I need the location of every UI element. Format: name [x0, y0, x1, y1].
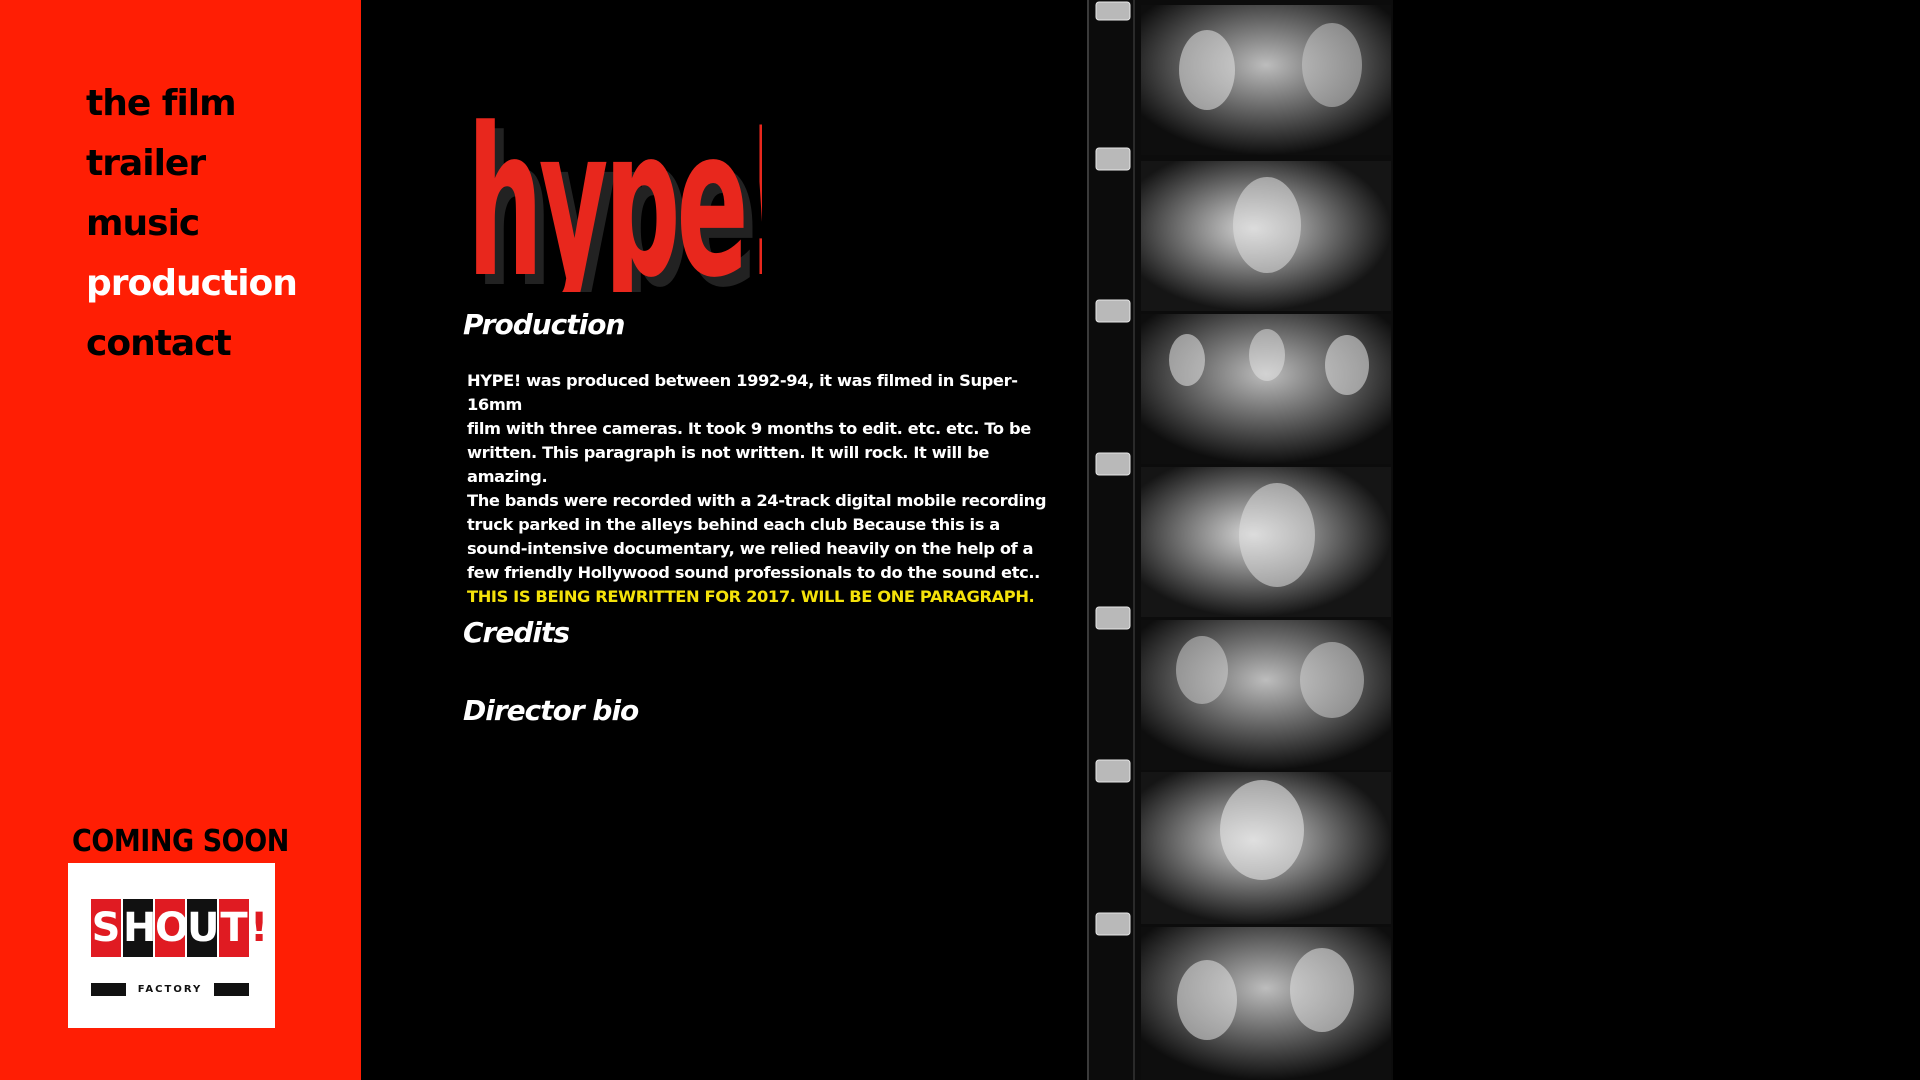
shout-logo-letter: H	[123, 899, 156, 957]
shout-logo-letter: O	[155, 899, 189, 957]
paragraph-line: HYPE! was produced between 1992-94, it w…	[467, 371, 1018, 414]
shout-logo-letter: U	[187, 899, 219, 957]
nav-item-music[interactable]: music	[86, 206, 200, 242]
credits-heading[interactable]: Credits	[463, 619, 570, 647]
paragraph-line: sound-intensive documentary, we relied h…	[467, 539, 1034, 558]
shout-logo-subtext: FACTORY	[126, 981, 214, 998]
film-frames	[1141, 5, 1391, 1080]
shout-factory-logo[interactable]: S H O U T ! FACTORY	[68, 863, 275, 1028]
paragraph-line: truck parked in the alleys behind each c…	[467, 515, 1000, 534]
paragraph-line: few friendly Hollywood sound professiona…	[467, 563, 1040, 582]
shout-logo-letter: S	[91, 899, 121, 957]
production-paragraph: HYPE! was produced between 1992-94, it w…	[467, 369, 1067, 609]
nav-item-contact[interactable]: contact	[86, 326, 232, 362]
production-heading[interactable]: Production	[463, 311, 625, 339]
nav-item-production[interactable]: production	[86, 266, 298, 302]
sidebar: the film trailer music production contac…	[0, 0, 361, 1080]
nav-item-the-film[interactable]: the film	[86, 86, 237, 122]
film-strip-image	[1087, 0, 1393, 1080]
rewrite-note: THIS IS BEING REWRITTEN FOR 2017. WILL B…	[467, 587, 1035, 606]
logo-text: hype!	[467, 83, 762, 292]
nav-item-trailer[interactable]: trailer	[86, 146, 206, 182]
paragraph-line: The bands were recorded with a 24-track …	[467, 491, 1047, 510]
director-bio-heading[interactable]: Director bio	[463, 697, 639, 725]
hype-logo: hype! hype!	[467, 83, 762, 292]
coming-soon-label: COMING SOON	[72, 824, 289, 859]
shout-logo-letter: !	[250, 905, 269, 951]
paragraph-line: film with three cameras. It took 9 month…	[467, 419, 1031, 438]
paragraph-line: written. This paragraph is not written. …	[467, 443, 990, 486]
shout-logo-letter: T	[219, 899, 249, 957]
